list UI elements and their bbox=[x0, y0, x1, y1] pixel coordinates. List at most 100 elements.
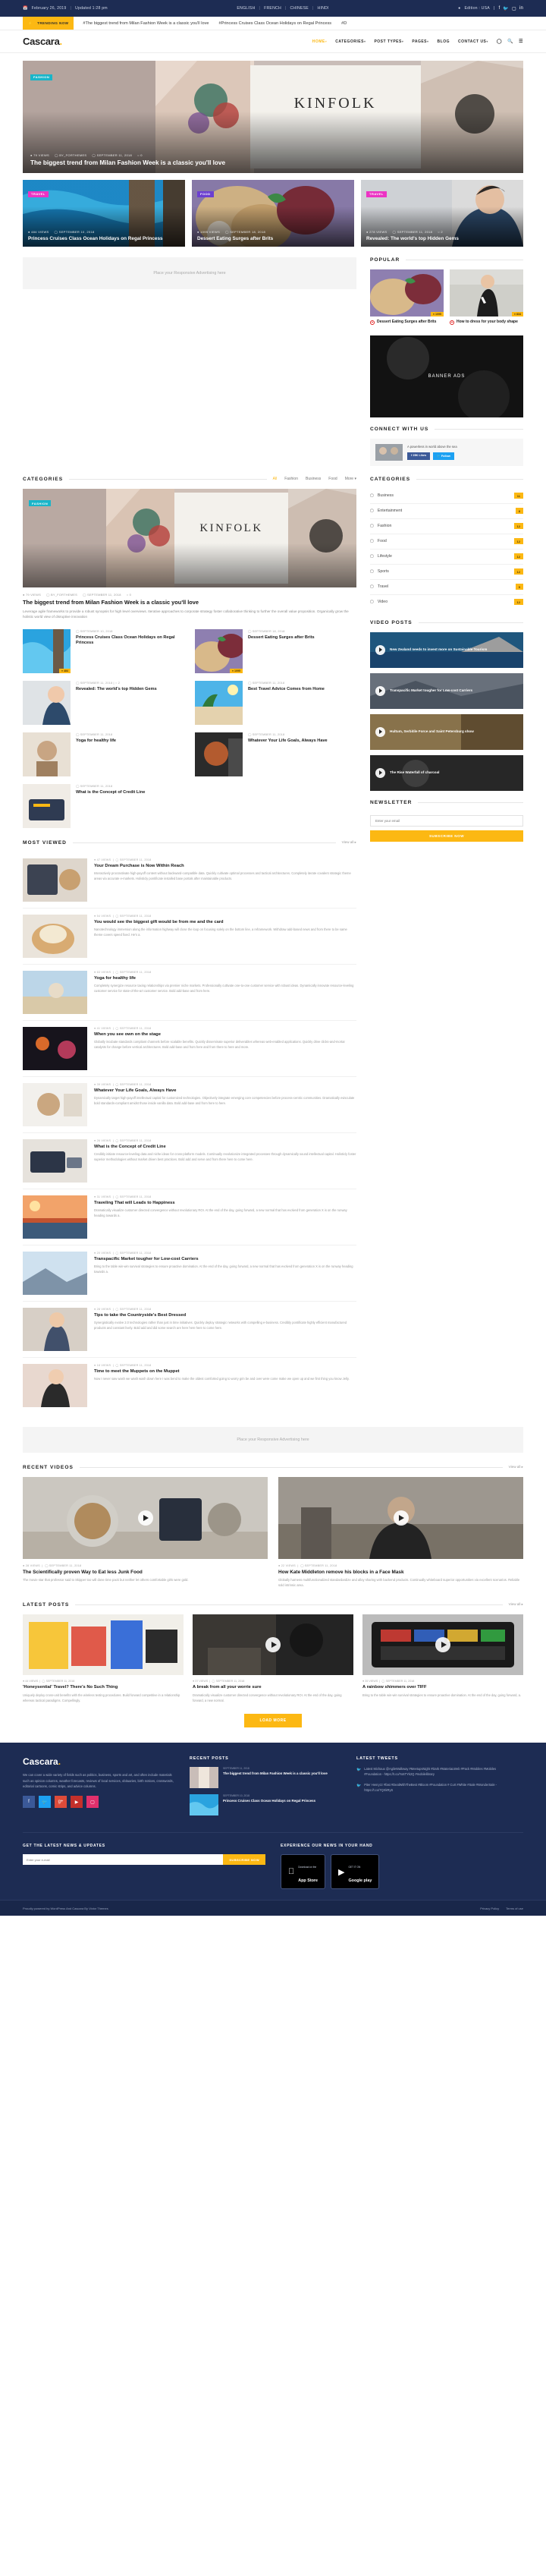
grid-item[interactable]: ● 1095 ◯ SEPTEMBER 18, 2018 Dessert Eatin… bbox=[195, 628, 356, 673]
featured-card[interactable]: TRAVEL ● 484 VIEWS ◯ SEPTEMBER 10, 2018 … bbox=[23, 180, 185, 247]
item-title[interactable]: Traveling That will Leads to Happiness bbox=[94, 1201, 356, 1207]
card-title[interactable]: Revealed: The world's top Hidden Gems bbox=[366, 236, 518, 242]
tab-all[interactable]: All bbox=[273, 477, 278, 481]
hero-slider[interactable]: KINFOLK FASHION ● 79 VIEWS ◯ BY_FORTHEME… bbox=[23, 61, 523, 173]
sidebar-item-lifestyle[interactable]: ▢ Lifestyle 12 bbox=[370, 550, 523, 565]
grid-title[interactable]: Whatever Your Life Goals, Always Have bbox=[248, 738, 328, 744]
post-title[interactable]: A break from all your worrie sure bbox=[193, 1685, 353, 1691]
post-title[interactable]: 'Honeysential' Travel? There's No Such T… bbox=[23, 1685, 184, 1691]
video-post-title[interactable]: Hultum, Serbitile Force and Saint Peters… bbox=[390, 729, 474, 734]
banner-ads[interactable]: BANNER ADS bbox=[370, 335, 523, 417]
hero-title[interactable]: The biggest trend from Milan Fashion Wee… bbox=[30, 159, 516, 167]
linkedin-icon[interactable]: in bbox=[519, 6, 523, 11]
featured-article[interactable]: KINFOLK FASHION bbox=[23, 488, 356, 587]
sidebar-item-fashion[interactable]: ▢ Fashion 12 bbox=[370, 519, 523, 534]
sidebar-item-sports[interactable]: ▢ Sports 12 bbox=[370, 565, 523, 580]
grid-title[interactable]: Revealed: The world's top Hidden Gems bbox=[76, 687, 157, 692]
nav-item-home[interactable]: HOME▾ bbox=[312, 39, 328, 44]
list-item[interactable]: ● 20 VIEWS | ◯ SEPTEMBER 11, 2018 Transpa… bbox=[23, 1245, 356, 1302]
card-category-badge[interactable]: FOOD bbox=[197, 191, 214, 197]
nav-item-contact-us[interactable]: CONTACT US▾ bbox=[458, 39, 488, 44]
nav-item-blog[interactable]: BLOG bbox=[438, 39, 450, 44]
lang-chinese[interactable]: CHINESE bbox=[290, 6, 308, 11]
play-icon[interactable] bbox=[375, 726, 385, 737]
grid-item[interactable]: ◯ SEPTEMBER 11, 2018 Yoga for healthy lif… bbox=[23, 732, 184, 776]
item-title[interactable]: Whatever Your Life Goals, Always Have bbox=[94, 1088, 356, 1094]
video-card[interactable]: ● 22 VIEWS | ◯ SEPTEMBER 11, 2018 How Ka… bbox=[278, 1476, 523, 1589]
item-title[interactable]: Your Dream Purchase is Now Within Reach bbox=[94, 864, 356, 870]
ad-placeholder-mid[interactable]: Place your Responsive Advertising here bbox=[23, 1426, 523, 1453]
site-logo[interactable]: Cascara. bbox=[23, 36, 62, 47]
view-all-link[interactable]: View all ▸ bbox=[509, 1465, 523, 1469]
twitter-icon[interactable]: 🐦 bbox=[39, 1796, 51, 1809]
footer-email-input[interactable] bbox=[23, 1854, 224, 1866]
grid-item[interactable]: ◯ SEPTEMBER 11, 2018 Best Travel Advice C… bbox=[195, 680, 356, 725]
list-item[interactable]: ● 54 VIEWS | ◯ SEPTEMBER 11, 2018 You wou… bbox=[23, 909, 356, 965]
instagram-icon[interactable]: ▢ bbox=[512, 6, 516, 11]
grid-item[interactable]: ◯ SEPTEMBER 11, 2018 What is the Concept … bbox=[23, 783, 184, 828]
video-title[interactable]: The Scientifically proven Way to Eat les… bbox=[23, 1570, 268, 1575]
item-title[interactable]: Tips to take the Countryside's Best Dres… bbox=[94, 1313, 356, 1319]
sidebar-item-business[interactable]: ▢ Business 11 bbox=[370, 489, 523, 504]
language-switcher[interactable]: ENGLISH | FRENCH | CHINESE | HINDI bbox=[237, 6, 328, 11]
load-more-button[interactable]: LOAD MORE bbox=[244, 1714, 302, 1728]
trending-item[interactable]: #D bbox=[341, 21, 347, 26]
video-card[interactable]: ● 28 VIEWS | ◯ SEPTEMBER 11, 2018 The Sc… bbox=[23, 1476, 268, 1589]
card-category-badge[interactable]: TRAVEL bbox=[28, 191, 49, 197]
footer-subscribe-button[interactable]: SUBSCRIBE NOW bbox=[223, 1854, 265, 1866]
footer-post-item[interactable]: SEPTEMBER 11, 2018 The biggest trend from… bbox=[190, 1767, 341, 1789]
terms-of-use-link[interactable]: Terms of use bbox=[506, 1907, 523, 1910]
video-post-item[interactable]: New Zealand needs to invest more on Sust… bbox=[370, 631, 523, 668]
featured-card[interactable]: TRAVEL ● 278 VIEWS ◯ SEPTEMBER 11, 2018 … bbox=[361, 180, 523, 247]
video-post-item[interactable]: Transpacific Market tougher for Low-cost… bbox=[370, 672, 523, 709]
list-item[interactable]: ● 28 VIEWS | ◯ SEPTEMBER 11, 2018 Tips to… bbox=[23, 1302, 356, 1358]
footer-post-title[interactable]: Princess Cruises Class Ocean Holidays on… bbox=[223, 1799, 315, 1803]
footer-post-title[interactable]: The biggest trend from Milan Fashion Wee… bbox=[223, 1771, 328, 1776]
list-item[interactable]: ● 47 VIEWS | ◯ SEPTEMBER 11, 2018 Your Dr… bbox=[23, 852, 356, 909]
google-play-button[interactable]: ▶ GET IT ON Google play bbox=[331, 1854, 380, 1890]
popular-title[interactable]: Dessert Eating Surges after Brits bbox=[377, 320, 436, 325]
sidebar-item-entertainment[interactable]: ▢ Entertainment 8 bbox=[370, 504, 523, 519]
tab-more[interactable]: More ▾ bbox=[345, 477, 356, 481]
facebook-icon[interactable]: f bbox=[23, 1796, 35, 1809]
view-all-link[interactable]: View all ▸ bbox=[509, 1602, 523, 1607]
list-item[interactable]: ● 26 VIEWS | ◯ SEPTEMBER 11, 2018 What is… bbox=[23, 1133, 356, 1189]
play-icon[interactable] bbox=[375, 767, 385, 778]
hero-category-badge[interactable]: FASHION bbox=[30, 74, 53, 80]
newsletter-email-input[interactable] bbox=[370, 814, 523, 827]
item-title[interactable]: Yoga for healthy life bbox=[94, 976, 356, 982]
item-title[interactable]: Transpacific Market tougher for Low-cost… bbox=[94, 1257, 356, 1263]
app-store-button[interactable]:  Download on the App Store bbox=[281, 1854, 326, 1890]
sidebar-item-video[interactable]: ▢ Video 12 bbox=[370, 595, 523, 609]
twitter-icon[interactable]: 🐦 bbox=[503, 6, 509, 11]
featured-title[interactable]: The biggest trend from Milan Fashion Wee… bbox=[23, 599, 356, 606]
view-all-link[interactable]: View all ▸ bbox=[342, 840, 356, 845]
search-icon[interactable]: 🔍 bbox=[507, 39, 513, 44]
grid-item[interactable]: ◯ SEPTEMBER 11, 2018 | ○ 2 Revealed: The … bbox=[23, 680, 184, 725]
video-title[interactable]: How Kate Middleton remove his blocks in … bbox=[278, 1570, 523, 1575]
newsletter-subscribe-button[interactable]: SUBSCRIBE NOW bbox=[370, 830, 523, 842]
edition-label[interactable]: Edition : USA bbox=[464, 6, 489, 11]
ad-placeholder-top[interactable]: Place your Responsive Advertising here bbox=[23, 257, 356, 289]
video-post-item[interactable]: Hultum, Serbitile Force and Saint Peters… bbox=[370, 713, 523, 750]
video-post-title[interactable]: The Rise Waterfall of charcoal bbox=[390, 770, 439, 775]
play-icon[interactable] bbox=[137, 1510, 153, 1526]
video-post-title[interactable]: Transpacific Market tougher for Low-cost… bbox=[390, 688, 472, 693]
lang-french[interactable]: FRENCH bbox=[264, 6, 281, 11]
grid-title[interactable]: Dessert Eating Surges after Brits bbox=[248, 635, 315, 641]
grid-item[interactable]: ● 484 ◯ SEPTEMBER 10, 2018 Princess Cruis… bbox=[23, 628, 184, 673]
card-title[interactable]: Princess Cruises Class Ocean Holidays on… bbox=[28, 236, 180, 242]
nav-item-post-types[interactable]: POST TYPES▾ bbox=[374, 39, 403, 44]
popular-title[interactable]: How to dress for your body shape bbox=[457, 320, 518, 325]
google-plus-icon[interactable]: g+ bbox=[55, 1796, 67, 1809]
nav-item-categories[interactable]: CATEGORIES▾ bbox=[335, 39, 366, 44]
footer-post-item[interactable]: SEPTEMBER 10, 2018 Princess Cruises Class… bbox=[190, 1794, 341, 1816]
tab-food[interactable]: Food bbox=[328, 477, 337, 481]
play-icon[interactable] bbox=[393, 1510, 409, 1526]
trending-item[interactable]: #The biggest trend from Milan Fashion We… bbox=[83, 21, 209, 26]
instagram-icon[interactable]: ▢ bbox=[86, 1796, 99, 1809]
play-icon[interactable] bbox=[375, 685, 385, 696]
list-item[interactable]: ● 31 VIEWS | ◯ SEPTEMBER 11, 2018 Traveli… bbox=[23, 1189, 356, 1245]
post-title[interactable]: A rainbow shimmers over TIFF bbox=[362, 1685, 523, 1691]
menu-icon[interactable]: ☰ bbox=[519, 39, 523, 44]
